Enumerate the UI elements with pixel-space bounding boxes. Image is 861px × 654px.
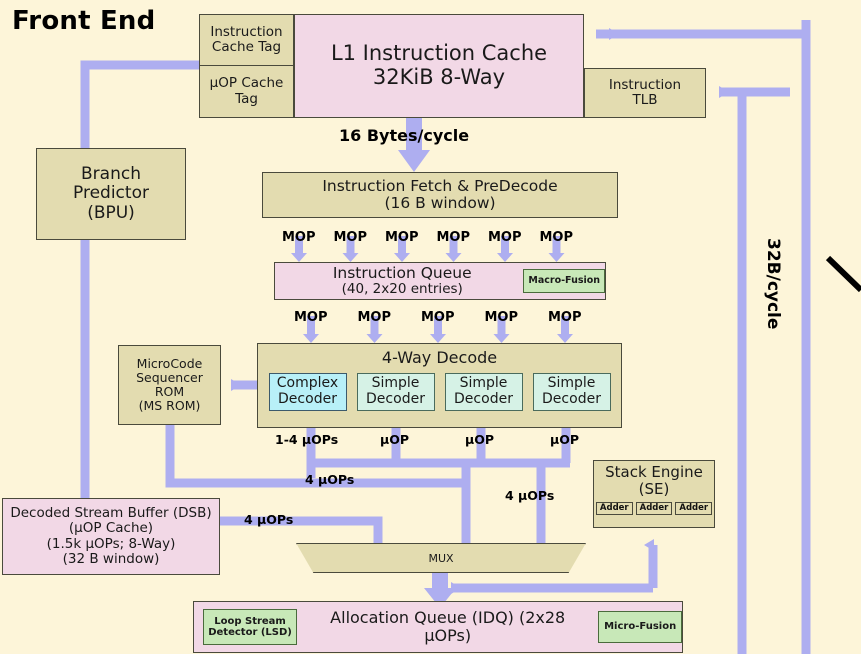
ms-rom-line1: MicroCode: [136, 356, 203, 371]
simple-decoder-box-3[interactable]: Simple Decoder: [532, 372, 611, 411]
allocation-queue-box[interactable]: Loop Stream Detector (LSD) Allocation Qu…: [193, 601, 683, 653]
mop-label: MOP: [294, 310, 328, 325]
simple-decoder-box-1[interactable]: Simple Decoder: [356, 372, 435, 411]
mop-label: MOP: [282, 230, 316, 245]
bytes-per-cycle-label: 16 Bytes/cycle: [339, 126, 470, 145]
decode-title: 4-Way Decode: [381, 348, 498, 367]
lsd-line1: Loop Stream: [214, 615, 286, 627]
dsb-line4: (32 B window): [62, 550, 160, 567]
lsd-line2: Detector (LSD): [208, 627, 292, 638]
stack-engine-title: Stack Engine: [605, 463, 703, 481]
decoder-line2: Decoder: [542, 390, 601, 407]
mux-box[interactable]: MUX: [296, 543, 586, 573]
micro-fusion-label: Micro-Fusion: [604, 621, 677, 633]
mop-label: MOP: [333, 230, 368, 245]
branch-predictor-box[interactable]: Branch Predictor (BPU): [36, 148, 186, 240]
decoder-line1: Simple: [459, 375, 508, 392]
ms-rom-line4: (MS ROM): [138, 398, 201, 413]
decoder-line2: Decoder: [366, 390, 425, 407]
complex-decoder-box[interactable]: Complex Decoder: [268, 372, 347, 411]
macro-fusion-label: Macro-Fusion: [528, 274, 601, 286]
decoder-output-label: 1-4 µOPs: [275, 432, 339, 447]
fetch-predecode-title: Instruction Fetch & PreDecode: [322, 176, 558, 195]
mop-label: MOP: [484, 310, 519, 325]
decoded-stream-buffer-box[interactable]: Decoded Stream Buffer (DSB) (µOP Cache) …: [2, 498, 220, 575]
decoder-output-label: µOP: [465, 432, 494, 447]
dsb-line1: Decoded Stream Buffer (DSB): [10, 505, 212, 522]
adder-row: Adder Adder Adder: [595, 501, 713, 516]
branch-predictor-line2: Predictor: [73, 183, 149, 204]
fetch-predecode-window: (16 B window): [384, 194, 496, 212]
uops-4-label-left: 4 µOPs: [305, 472, 355, 487]
decoder-row: Complex Decoder Simple Decoder Simple Decoder…: [268, 372, 611, 411]
stack-engine-box[interactable]: Stack Engine (SE) Adder Adder Adder: [593, 460, 715, 528]
adder-box-1[interactable]: Adder: [635, 501, 673, 516]
mop-label: MOP: [436, 230, 471, 245]
stack-engine-abbrev: (SE): [638, 479, 670, 498]
mop-label: MOP: [385, 230, 419, 245]
mop-label: MOP: [421, 310, 455, 325]
instruction-cache-tag-box[interactable]: Instruction Cache Tag: [199, 14, 294, 66]
branch-predictor-line3: (BPU): [87, 202, 135, 223]
uop-cache-tag-label: µOP Cache Tag: [209, 75, 284, 107]
instruction-tlb-box[interactable]: Instruction TLB: [584, 68, 706, 118]
ms-rom-line2: Sequencer: [136, 370, 203, 385]
l1-instruction-cache-spec: 32KiB 8-Way: [372, 65, 506, 89]
simple-decoder-box-2[interactable]: Simple Decoder: [444, 372, 523, 411]
page-title: Front End: [12, 6, 156, 36]
mop-label: MOP: [548, 310, 582, 325]
decoder-line1: Complex: [276, 375, 339, 392]
decoder-line2: Decoder: [454, 390, 513, 407]
allocation-queue-label: Allocation Queue (IDQ) (2x28 µOPs): [330, 608, 566, 645]
dsb-line3: (1.5k µOPs; 8-Way): [46, 535, 176, 552]
bandwidth-32b-label: 32B/cycle: [763, 238, 783, 330]
decoder-output-label: µOP: [550, 432, 579, 447]
l1-instruction-cache-title: L1 Instruction Cache: [330, 41, 548, 66]
uops-4-label-right: 4 µOPs: [505, 488, 555, 503]
loop-stream-detector-badge[interactable]: Loop Stream Detector (LSD): [203, 609, 298, 645]
mux-label: MUX: [428, 551, 454, 565]
four-way-decode-box[interactable]: 4-Way Decode Complex Decoder Simple Decoder…: [257, 343, 622, 428]
decoder-line2: Decoder: [278, 390, 337, 407]
instruction-queue-box[interactable]: Instruction Queue (40, 2x20 entries) Mac…: [274, 262, 606, 300]
mop-label: MOP: [488, 230, 522, 245]
decoder-line1: Simple: [547, 375, 596, 392]
l1-instruction-cache-box[interactable]: L1 Instruction Cache 32KiB 8-Way: [294, 14, 584, 118]
instruction-queue-entries: (40, 2x20 entries): [341, 281, 463, 298]
macro-fusion-badge[interactable]: Macro-Fusion: [523, 269, 605, 293]
uop-cache-tag-box[interactable]: µOP Cache Tag: [199, 66, 294, 118]
cache-tag-group: Instruction Cache Tag µOP Cache Tag: [199, 14, 294, 118]
ms-rom-line3: ROM: [154, 384, 185, 399]
adder-box-2[interactable]: Adder: [675, 501, 713, 516]
uops-4-label-dsb: 4 µOPs: [244, 512, 294, 527]
decoder-line1: Simple: [371, 375, 420, 392]
diagram-canvas: Front End Instruction Cache Tag µOP Cach…: [0, 0, 861, 654]
instruction-queue-title: Instruction Queue: [332, 263, 472, 282]
branch-predictor-line1: Branch: [81, 164, 141, 185]
microcode-sequencer-rom-box[interactable]: MicroCode Sequencer ROM (MS ROM): [118, 345, 221, 425]
instruction-fetch-predecode-box[interactable]: Instruction Fetch & PreDecode (16 B wind…: [262, 172, 618, 218]
micro-fusion-badge[interactable]: Micro-Fusion: [598, 611, 682, 643]
instruction-tlb-label: Instruction TLB: [608, 76, 682, 108]
adder-box-0[interactable]: Adder: [595, 501, 633, 516]
decoder-output-label: µOP: [380, 432, 409, 447]
mop-label: MOP: [539, 230, 574, 245]
mop-label: MOP: [357, 310, 392, 325]
dsb-line2: (µOP Cache): [68, 520, 154, 537]
instruction-cache-tag-label: Instruction Cache Tag: [210, 23, 283, 55]
